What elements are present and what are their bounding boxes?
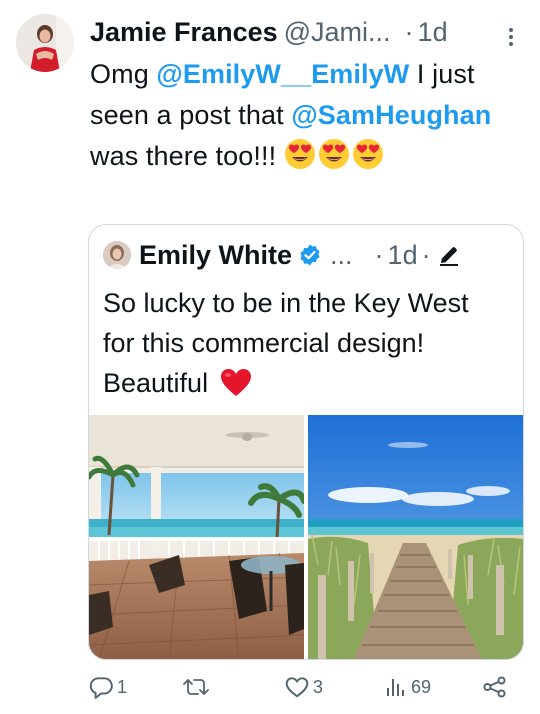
reply-icon [89,677,113,699]
truncated-handle[interactable]: ... [330,240,353,271]
share-button[interactable] [482,670,508,704]
views-icon [387,679,404,696]
quoted-timestamp[interactable]: 1d [388,240,418,271]
mention-link[interactable]: @SamHeughan [291,100,491,130]
tweet-text-part: Omg [90,59,157,89]
red-heart-emoji [220,369,251,396]
author-name[interactable]: Jamie Frances [90,12,278,52]
beach-boardwalk-photo[interactable] [308,415,523,659]
retweet-button[interactable] [182,670,213,704]
separator-dot: · [374,239,384,270]
emoji-group [284,138,384,170]
reply-button[interactable]: 1 [88,670,127,704]
separator-dot: · [421,239,431,270]
tweet-header: Jamie Frances @Jami... · 1d [90,12,524,52]
separator-dot: · [404,17,414,47]
quoted-author-avatar[interactable] [103,241,131,269]
tweet-action-bar: 1 3 69 [88,670,522,704]
reply-count: 1 [117,676,128,697]
quoted-author-name[interactable]: Emily White [139,240,292,271]
views-count: 69 [411,676,432,697]
tweet-text: Omg @EmilyW__EmilyW I just seen a post t… [90,54,526,177]
timestamp[interactable]: 1d [418,12,448,52]
heart-eyes-emoji [285,139,316,169]
retweet-icon [183,679,209,695]
tweet-text-part: was there too!!! [90,141,277,171]
share-icon [483,676,506,698]
like-count: 3 [313,676,324,697]
edit-icon [437,243,461,267]
balcony-ocean-view-photo[interactable] [89,415,304,659]
heart-eyes-emoji [353,139,384,169]
more-icon[interactable] [504,20,518,46]
like-button[interactable]: 3 [284,670,323,704]
quoted-media-grid [89,415,523,659]
heart-eyes-emoji [319,139,350,169]
views-button[interactable]: 69 [384,670,431,704]
quoted-tweet-card[interactable]: Emily White ... · 1d · So lucky to be in… [88,224,524,660]
author-avatar[interactable] [16,14,74,72]
quoted-text-body: So lucky to be in the Key West for this … [103,288,469,398]
quoted-tweet-text: So lucky to be in the Key West for this … [103,283,503,403]
like-icon [285,677,309,698]
verified-badge-icon [298,243,322,267]
mention-link[interactable]: @EmilyW__EmilyW [156,59,409,89]
author-handle[interactable]: @Jami... [284,12,391,52]
quoted-tweet-header: Emily White ... · 1d · [103,237,511,273]
